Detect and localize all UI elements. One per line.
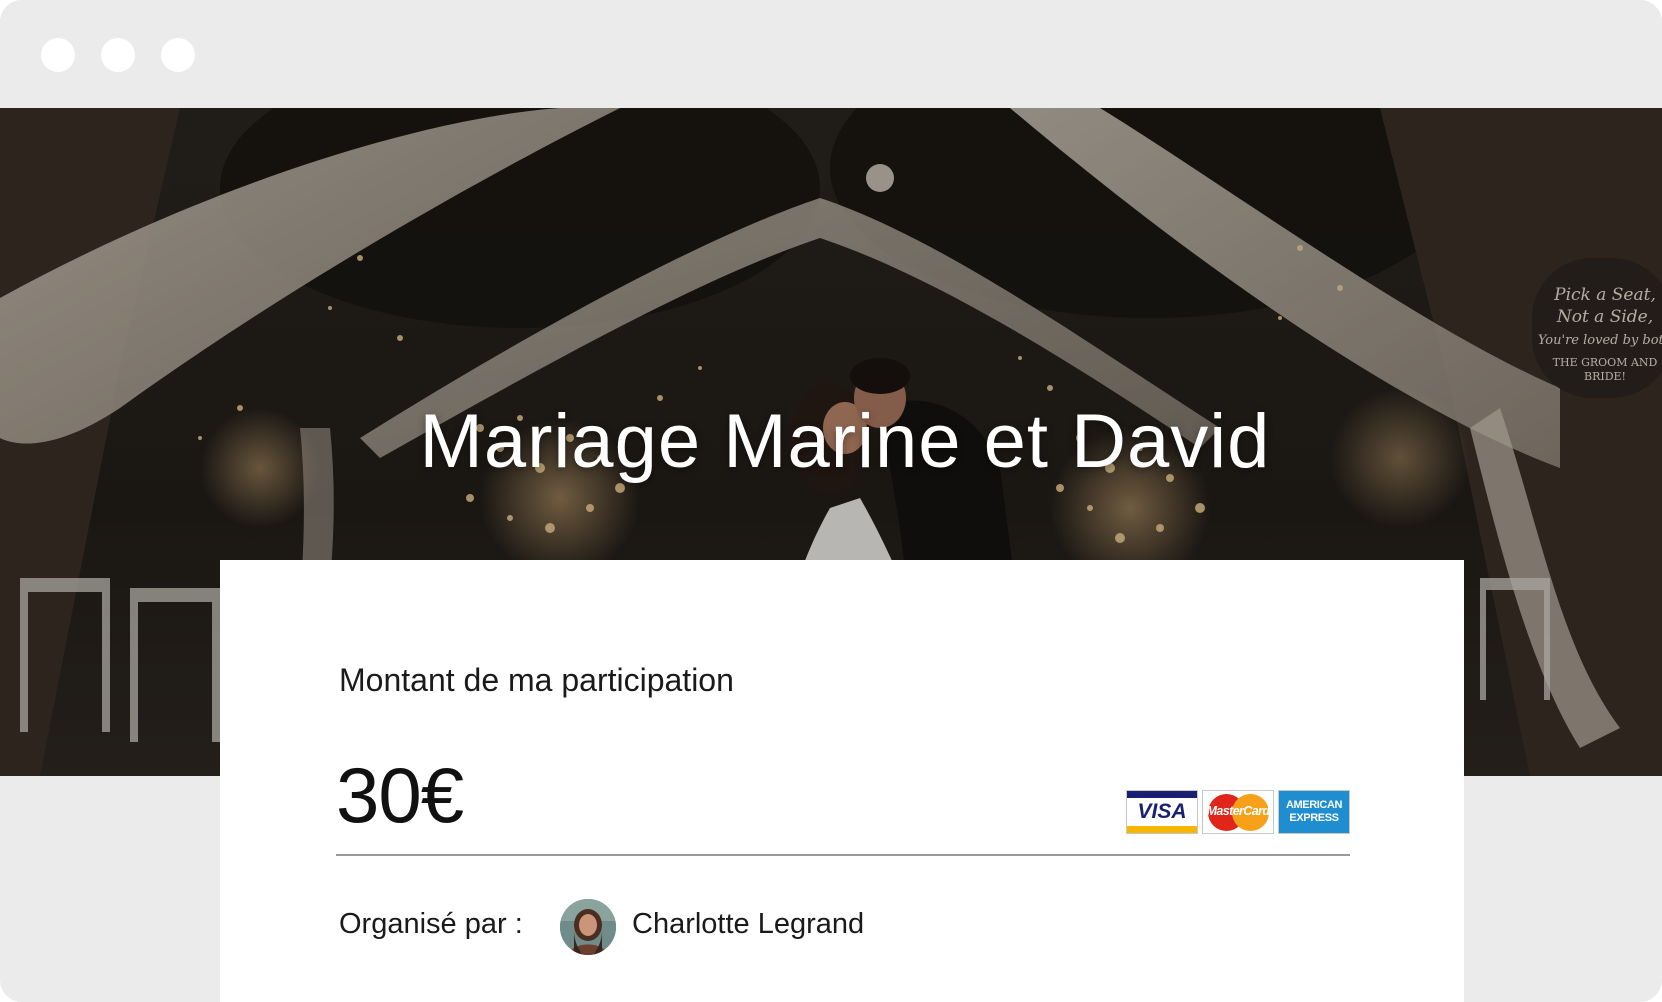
payment-methods: VISA MasterCard AMERICAN EXPRESS	[1126, 790, 1350, 836]
mastercard-label: MasterCard	[1206, 804, 1270, 818]
visa-logo: VISA	[1126, 790, 1198, 834]
browser-title-bar	[0, 0, 1662, 108]
amex-label-line2: EXPRESS	[1289, 812, 1339, 824]
amex-label-line1: AMERICAN	[1285, 799, 1343, 811]
amex-logo: AMERICAN EXPRESS	[1278, 790, 1350, 834]
window-maximize-dot[interactable]	[161, 38, 195, 72]
amount-input-underline	[336, 854, 1350, 856]
event-title: Mariage Marine et David	[419, 399, 1271, 484]
window-minimize-dot[interactable]	[101, 38, 135, 72]
visa-label: VISA	[1137, 800, 1187, 823]
organizer-label: Organisé par :	[339, 908, 523, 940]
window-close-dot[interactable]	[41, 38, 75, 72]
amount-value[interactable]: 30€	[336, 750, 464, 841]
avatar-photo-icon	[560, 899, 616, 955]
organizer-avatar[interactable]	[560, 899, 616, 955]
amount-label: Montant de ma participation	[339, 662, 734, 698]
mastercard-logo: MasterCard	[1202, 790, 1274, 834]
browser-window: Pick a Seat, Not a Side, You're loved by…	[0, 0, 1662, 1002]
contribution-card: Montant de ma participation 30€ VISA Mas…	[220, 560, 1464, 1002]
organizer-name: Charlotte Legrand	[632, 908, 865, 940]
